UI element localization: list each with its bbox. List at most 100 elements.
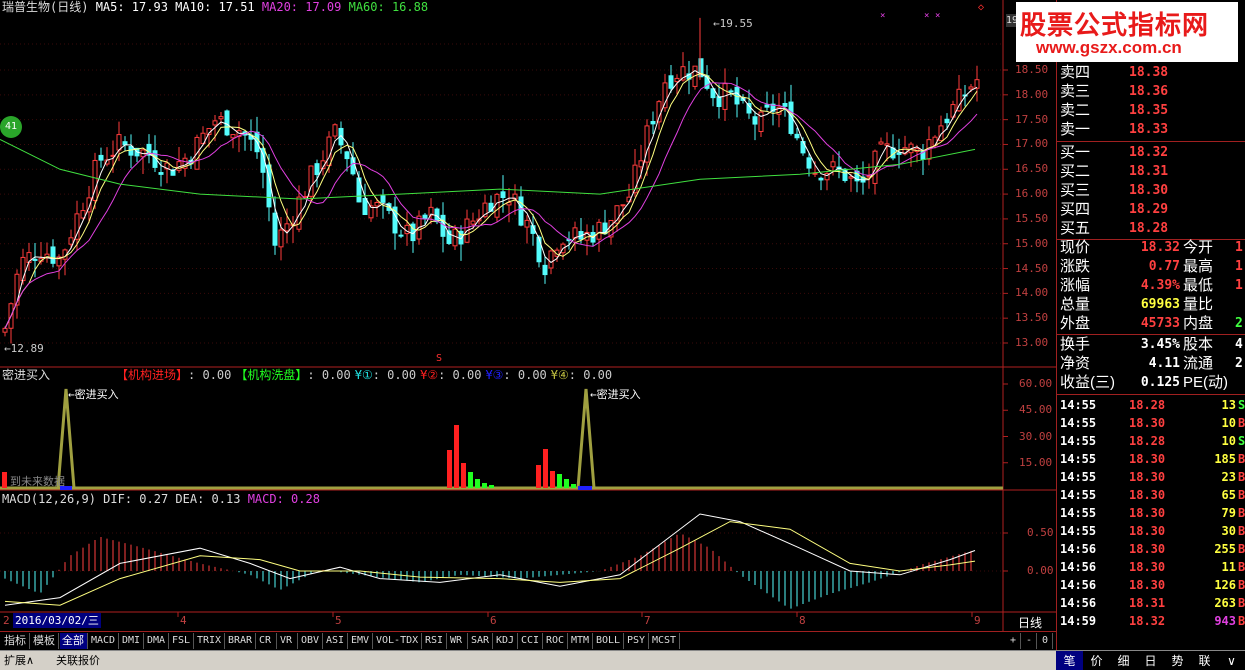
candle-body <box>932 136 938 146</box>
tick-flag: B <box>1238 596 1245 610</box>
panel-tab[interactable]: ∨ <box>1218 651 1245 670</box>
tab-roc[interactable]: ROC <box>544 633 568 649</box>
peak-label-2: ←密进买入 <box>590 388 641 401</box>
tab-psy[interactable]: PSY <box>625 633 649 649</box>
tab-vr[interactable]: VR <box>278 633 298 649</box>
bid-row[interactable]: 买一 18.32 <box>1057 143 1245 162</box>
bid-row[interactable]: 买三 18.30 <box>1057 181 1245 200</box>
tick-time: 14:56 <box>1060 596 1097 610</box>
tab-vol-tdx[interactable]: VOL-TDX <box>374 633 422 649</box>
tab-kdj[interactable]: KDJ <box>494 633 518 649</box>
stat-row: 涨幅 4.39% 最低 1 <box>1057 276 1245 295</box>
candle-body <box>596 221 602 240</box>
stat-label: 最高 <box>1183 258 1214 275</box>
tick-volume: 943 <box>1214 614 1236 628</box>
tick-row: 14:56 18.31 263 B <box>1057 594 1245 612</box>
candle-body <box>230 134 236 139</box>
ask-price: 18.38 <box>1129 65 1169 80</box>
signal-mark: × <box>880 11 885 21</box>
tick-volume: 263 <box>1214 596 1236 610</box>
tab-trix[interactable]: TRIX <box>195 633 225 649</box>
candle-body <box>650 120 656 125</box>
candle-body <box>362 198 368 216</box>
tab-cr[interactable]: CR <box>257 633 277 649</box>
status-button[interactable]: 关联报价 <box>56 653 100 669</box>
tab-wr[interactable]: WR <box>448 633 468 649</box>
tab-asi[interactable]: ASI <box>324 633 348 649</box>
period-label[interactable]: 日线 <box>1018 614 1042 631</box>
tab-指标[interactable]: 指标 <box>2 633 30 649</box>
panel-tab[interactable]: 价 <box>1083 651 1110 670</box>
indicator-item-value: : 0.00 <box>188 368 232 382</box>
ask-row[interactable]: 卖三 18.36 <box>1057 82 1245 101</box>
panel-tab[interactable]: 联 <box>1191 651 1218 670</box>
ask-price: 18.35 <box>1129 103 1169 118</box>
tab-dmi[interactable]: DMI <box>120 633 144 649</box>
stat-row: 净资 4.11流通 2. <box>1057 354 1245 373</box>
price-tick-label: 16.50 <box>1015 162 1049 176</box>
panel-tab[interactable]: 日 <box>1137 651 1164 670</box>
stat-row: 现价 18.32 今开 1 <box>1057 238 1245 257</box>
panel-tab[interactable]: 细 <box>1110 651 1137 670</box>
tab-mtm[interactable]: MTM <box>569 633 593 649</box>
tab-mcst[interactable]: MCST <box>650 633 680 649</box>
tick-row: 14:56 18.30 126 B <box>1057 576 1245 594</box>
status-button[interactable]: 扩展∧ <box>4 653 34 669</box>
tick-flag: B <box>1238 416 1245 430</box>
stat-label: 收益(三) <box>1060 374 1115 391</box>
tick-price: 18.30 <box>1129 416 1166 430</box>
tab-control[interactable]: 0 <box>1038 633 1053 649</box>
tick-price: 18.31 <box>1129 596 1166 610</box>
tick-flag: B <box>1238 470 1245 484</box>
candle-body <box>158 172 164 175</box>
bid-row[interactable]: 买二 18.31 <box>1057 162 1245 181</box>
candle-body <box>542 264 548 276</box>
tab-cci[interactable]: CCI <box>519 633 543 649</box>
candle-body <box>284 223 290 232</box>
indicator-name: 密进买入 <box>2 368 51 382</box>
candle-body <box>806 157 812 169</box>
tab-fsl[interactable]: FSL <box>170 633 194 649</box>
tab-obv[interactable]: OBV <box>299 633 323 649</box>
tab-emv[interactable]: EMV <box>349 633 373 649</box>
indicator-bar <box>557 474 562 488</box>
bid-price: 18.32 <box>1129 145 1169 160</box>
bid-price: 18.28 <box>1129 221 1169 236</box>
stat-label: 内盘 <box>1183 315 1214 332</box>
candle-body <box>968 86 974 90</box>
stock-chart[interactable]: × × × ◇ <box>0 0 1056 650</box>
tab-control[interactable]: - <box>1022 633 1037 649</box>
xaxis-month-label: 4 <box>180 614 187 627</box>
candle-body <box>668 75 674 89</box>
ask-row[interactable]: 卖一 18.33 <box>1057 120 1245 139</box>
candle-body <box>638 160 644 168</box>
tab-模板[interactable]: 模板 <box>31 633 59 649</box>
tick-row: 14:59 18.32 943 B <box>1057 612 1245 630</box>
tick-volume: 23 <box>1221 470 1236 484</box>
candle-body <box>674 77 680 83</box>
tick-price: 18.30 <box>1129 488 1166 502</box>
stat-label: 现价 <box>1060 239 1091 256</box>
candle-body <box>518 196 524 226</box>
indicator-bar <box>571 484 576 488</box>
panel-tab[interactable]: 势 <box>1164 651 1191 670</box>
floating-badge[interactable]: 41 <box>0 116 22 138</box>
tab-sar[interactable]: SAR <box>469 633 493 649</box>
tick-time: 14:55 <box>1060 452 1097 466</box>
tab-control[interactable]: + <box>1006 633 1021 649</box>
ask-row[interactable]: 卖四 18.38 <box>1057 63 1245 82</box>
bid-row[interactable]: 买五 18.28 <box>1057 219 1245 238</box>
tab-dma[interactable]: DMA <box>145 633 169 649</box>
watermark-url: www.gszx.com.cn <box>1036 38 1182 57</box>
panel-tab[interactable]: 笔 <box>1056 651 1083 670</box>
bid-row[interactable]: 买四 18.29 <box>1057 200 1245 219</box>
tab-全部[interactable]: 全部 <box>60 633 88 649</box>
tab-boll[interactable]: BOLL <box>594 633 624 649</box>
candle-body <box>656 101 662 123</box>
ask-row[interactable]: 卖二 18.35 <box>1057 101 1245 120</box>
quote-panel: 卖四 18.38 卖三 18.36 卖二 18.35 卖一 18.33 买一 18.32 买二 18.… <box>1056 0 1245 650</box>
tab-brar[interactable]: BRAR <box>226 633 256 649</box>
tab-macd[interactable]: MACD <box>89 633 119 649</box>
price-tick-label: 17.00 <box>1015 137 1049 151</box>
tab-rsi[interactable]: RSI <box>423 633 447 649</box>
